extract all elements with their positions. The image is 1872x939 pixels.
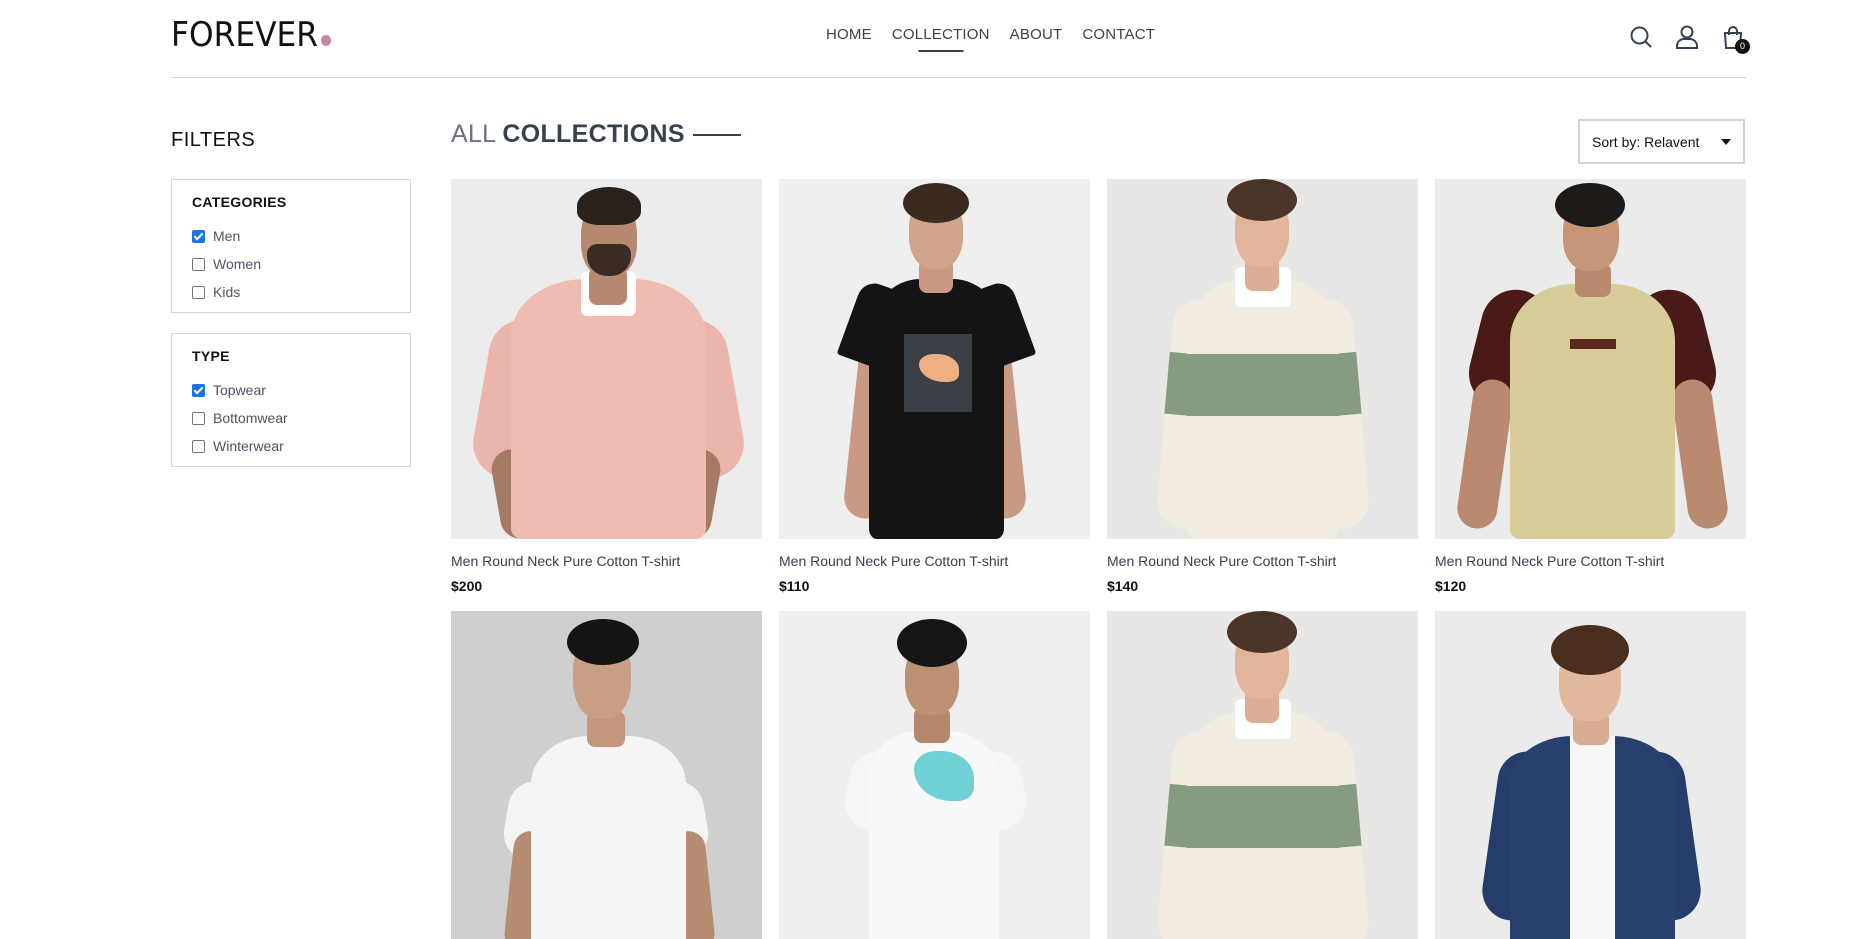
product-price: $110 xyxy=(779,578,810,594)
product-image xyxy=(1107,611,1418,939)
product-card[interactable] xyxy=(1107,611,1418,939)
checkbox-men[interactable] xyxy=(192,229,205,243)
filter-label: Winterwear xyxy=(213,438,284,454)
product-card[interactable]: Men Round Neck Pure Cotton T-shirt $200 xyxy=(451,179,762,594)
nav-collection[interactable]: COLLECTION xyxy=(892,26,990,43)
nav-about[interactable]: ABOUT xyxy=(1010,26,1063,43)
logo-dot xyxy=(320,35,331,46)
profile-icon[interactable] xyxy=(1674,24,1700,50)
product-price: $200 xyxy=(451,578,483,594)
site-header: FOREVER HOME COLLECTION ABOUT CONTACT 0 xyxy=(171,0,1750,78)
product-card[interactable]: Men Round Neck Pure Cotton T-shirt $110 xyxy=(779,179,1090,594)
filter-option-kids[interactable]: Kids xyxy=(192,278,390,306)
filter-label: Bottomwear xyxy=(213,410,288,426)
product-image xyxy=(1107,179,1418,539)
product-grid: Men Round Neck Pure Cotton T-shirt $200 … xyxy=(451,179,1746,939)
product-image xyxy=(451,611,762,939)
nav-home[interactable]: HOME xyxy=(826,26,872,43)
product-name: Men Round Neck Pure Cotton T-shirt xyxy=(451,553,681,569)
sort-select[interactable]: Sort by: Relavent xyxy=(1578,119,1745,164)
product-name: Men Round Neck Pure Cotton T-shirt xyxy=(779,553,1009,569)
filter-label: Topwear xyxy=(213,382,266,398)
filter-label: Kids xyxy=(213,284,241,300)
product-image xyxy=(1435,179,1746,539)
type-heading: TYPE xyxy=(192,348,230,364)
cart-icon[interactable]: 0 xyxy=(1720,24,1750,54)
product-image xyxy=(779,179,1090,539)
product-image xyxy=(779,611,1090,939)
product-name: Men Round Neck Pure Cotton T-shirt xyxy=(1435,553,1665,569)
categories-heading: CATEGORIES xyxy=(192,194,287,210)
product-card[interactable] xyxy=(1435,611,1746,939)
product-card[interactable] xyxy=(451,611,762,939)
product-price: $120 xyxy=(1435,578,1467,594)
product-card[interactable] xyxy=(779,611,1090,939)
filter-option-winterwear[interactable]: Winterwear xyxy=(192,432,390,460)
filter-option-men[interactable]: Men xyxy=(192,222,390,250)
main-nav: HOME COLLECTION ABOUT CONTACT xyxy=(826,26,1155,43)
checkbox-winterwear[interactable] xyxy=(192,439,205,453)
logo-text: FOREVER xyxy=(171,15,319,55)
product-image xyxy=(1435,611,1746,939)
search-icon[interactable] xyxy=(1628,24,1654,50)
filter-option-bottomwear[interactable]: Bottomwear xyxy=(192,404,390,432)
filters-title[interactable]: FILTERS xyxy=(171,129,255,152)
header-icons: 0 xyxy=(1628,24,1750,54)
product-card[interactable]: Men Round Neck Pure Cotton T-shirt $140 xyxy=(1107,179,1418,594)
categories-filter: CATEGORIES Men Women Kids xyxy=(171,179,411,313)
type-filter: TYPE Topwear Bottomwear Winterwear xyxy=(171,333,411,467)
product-card[interactable]: Men Round Neck Pure Cotton T-shirt $120 xyxy=(1435,179,1746,594)
checkbox-bottomwear[interactable] xyxy=(192,411,205,425)
product-name: Men Round Neck Pure Cotton T-shirt xyxy=(1107,553,1337,569)
checkbox-kids[interactable] xyxy=(192,285,205,299)
title-dark: COLLECTIONS xyxy=(502,120,685,148)
filter-label: Men xyxy=(213,228,241,244)
nav-contact[interactable]: CONTACT xyxy=(1082,26,1155,43)
product-image xyxy=(451,179,762,539)
filter-label: Women xyxy=(213,256,261,272)
sort-value: Sort by: Relavent xyxy=(1592,133,1700,150)
filter-option-women[interactable]: Women xyxy=(192,250,390,278)
title-line xyxy=(692,133,741,136)
page-title: ALL COLLECTIONS xyxy=(451,120,741,149)
chevron-down-icon xyxy=(1721,138,1731,145)
logo[interactable]: FOREVER xyxy=(171,16,331,54)
cart-count-badge: 0 xyxy=(1735,39,1750,54)
checkbox-women[interactable] xyxy=(192,257,205,271)
filter-option-topwear[interactable]: Topwear xyxy=(192,376,390,404)
product-price: $140 xyxy=(1107,578,1139,594)
checkbox-topwear[interactable] xyxy=(192,383,205,397)
title-light: ALL xyxy=(451,120,497,148)
